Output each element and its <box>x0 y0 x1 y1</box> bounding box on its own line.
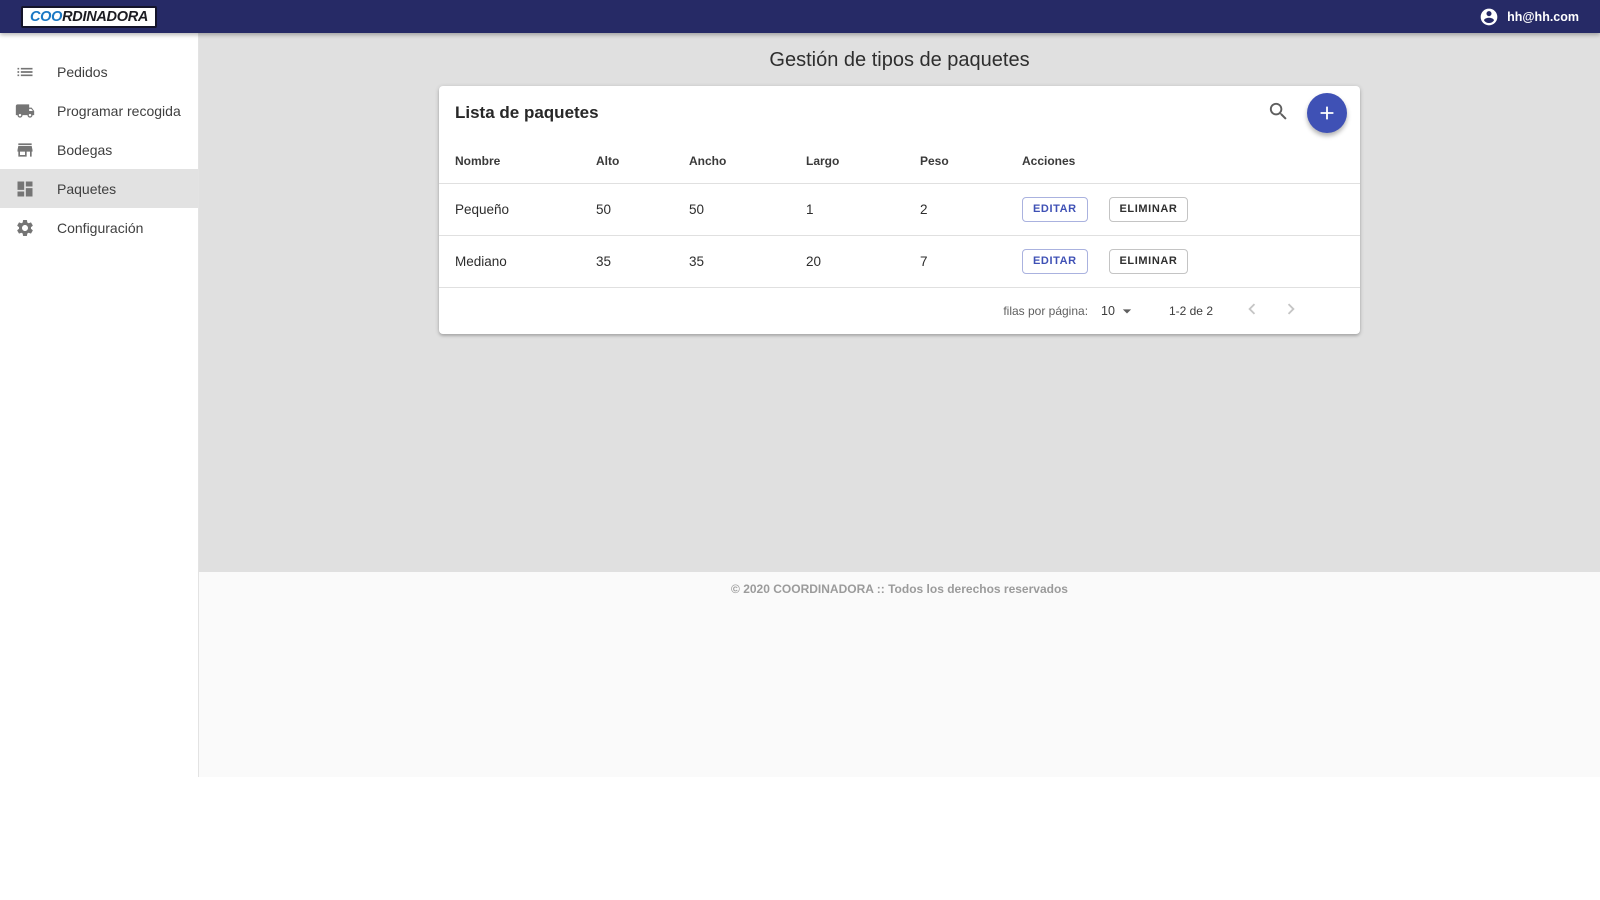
cell-largo: 1 <box>790 183 904 235</box>
actions-cell: EDITAR ELIMINAR <box>1006 183 1360 235</box>
rows-per-page-value: 10 <box>1101 304 1115 318</box>
sidebar-item-label: Paquetes <box>57 181 116 197</box>
edit-button[interactable]: EDITAR <box>1022 249 1088 274</box>
top-navbar: COORDINADORA hh@hh.com <box>0 0 1600 33</box>
rows-per-page-label: filas por página: <box>1003 304 1088 318</box>
gear-icon <box>15 218 35 238</box>
previous-page-button[interactable] <box>1241 298 1263 323</box>
sidebar-item-label: Bodegas <box>57 142 112 158</box>
paquetes-card: Lista de paquetes Nombre A <box>439 86 1360 334</box>
search-icon <box>1267 100 1290 123</box>
logo-text-dark: RDINADORA <box>62 9 148 25</box>
cell-nombre: Pequeño <box>439 183 580 235</box>
dashboard-icon <box>15 179 35 199</box>
user-email: hh@hh.com <box>1507 10 1579 24</box>
add-paquete-button[interactable] <box>1307 93 1347 133</box>
app-window: COORDINADORA hh@hh.com Pedidos Programar… <box>0 0 1600 777</box>
table-header-row: Nombre Alto Ancho Largo Peso Acciones <box>439 140 1360 183</box>
plus-icon <box>1316 102 1338 124</box>
table-row: Mediano 35 35 20 7 EDITAR ELIMINAR <box>439 235 1360 287</box>
delete-button[interactable]: ELIMINAR <box>1109 197 1189 222</box>
cell-alto: 50 <box>580 183 673 235</box>
dropdown-arrow-icon <box>1117 301 1137 321</box>
sidebar-item-programar-recogida[interactable]: Programar recogida <box>0 91 198 130</box>
table-row: Pequeño 50 50 1 2 EDITAR ELIMINAR <box>439 183 1360 235</box>
pagination-bar: filas por página: 10 1-2 de 2 <box>439 288 1360 334</box>
cell-ancho: 35 <box>673 235 790 287</box>
paquetes-table: Nombre Alto Ancho Largo Peso Acciones Pe… <box>439 140 1360 288</box>
column-header-largo: Largo <box>790 140 904 183</box>
search-button[interactable] <box>1267 100 1290 126</box>
page-title: Gestión de tipos de paquetes <box>199 33 1600 73</box>
pagination-range: 1-2 de 2 <box>1169 304 1213 318</box>
edit-button[interactable]: EDITAR <box>1022 197 1088 222</box>
column-header-ancho: Ancho <box>673 140 790 183</box>
rows-per-page-select[interactable]: 10 <box>1101 301 1137 321</box>
store-icon <box>15 140 35 160</box>
copyright-text: © 2020 COORDINADORA :: Todos los derecho… <box>731 582 1068 596</box>
coordinadora-logo[interactable]: COORDINADORA <box>21 6 157 28</box>
chevron-right-icon <box>1280 298 1302 320</box>
account-circle-icon <box>1479 7 1499 27</box>
cell-largo: 20 <box>790 235 904 287</box>
user-menu[interactable]: hh@hh.com <box>1479 7 1579 27</box>
sidebar-item-paquetes[interactable]: Paquetes <box>0 169 198 208</box>
cell-ancho: 50 <box>673 183 790 235</box>
column-header-acciones: Acciones <box>1006 140 1360 183</box>
sidebar-item-configuracion[interactable]: Configuración <box>0 208 198 247</box>
card-title: Lista de paquetes <box>455 103 1267 123</box>
sidebar-item-pedidos[interactable]: Pedidos <box>0 52 198 91</box>
column-header-nombre: Nombre <box>439 140 580 183</box>
table-body: Pequeño 50 50 1 2 EDITAR ELIMINAR Median… <box>439 183 1360 287</box>
main-content: Gestión de tipos de paquetes Lista de pa… <box>199 33 1600 572</box>
list-icon <box>15 62 35 82</box>
sidebar-item-label: Programar recogida <box>57 103 181 119</box>
column-header-alto: Alto <box>580 140 673 183</box>
chevron-left-icon <box>1241 298 1263 320</box>
next-page-button[interactable] <box>1280 298 1302 323</box>
sidebar-item-label: Pedidos <box>57 64 108 80</box>
logo-text-blue: COO <box>30 9 62 25</box>
truck-icon <box>15 101 35 121</box>
cell-peso: 7 <box>904 235 1006 287</box>
card-header: Lista de paquetes <box>439 86 1360 140</box>
delete-button[interactable]: ELIMINAR <box>1109 249 1189 274</box>
cell-alto: 35 <box>580 235 673 287</box>
sidebar-item-bodegas[interactable]: Bodegas <box>0 130 198 169</box>
cell-peso: 2 <box>904 183 1006 235</box>
cell-nombre: Mediano <box>439 235 580 287</box>
page-footer: © 2020 COORDINADORA :: Todos los derecho… <box>199 572 1600 777</box>
actions-cell: EDITAR ELIMINAR <box>1006 235 1360 287</box>
sidebar: Pedidos Programar recogida Bodegas Paque… <box>0 33 199 777</box>
sidebar-item-label: Configuración <box>57 220 143 236</box>
column-header-peso: Peso <box>904 140 1006 183</box>
